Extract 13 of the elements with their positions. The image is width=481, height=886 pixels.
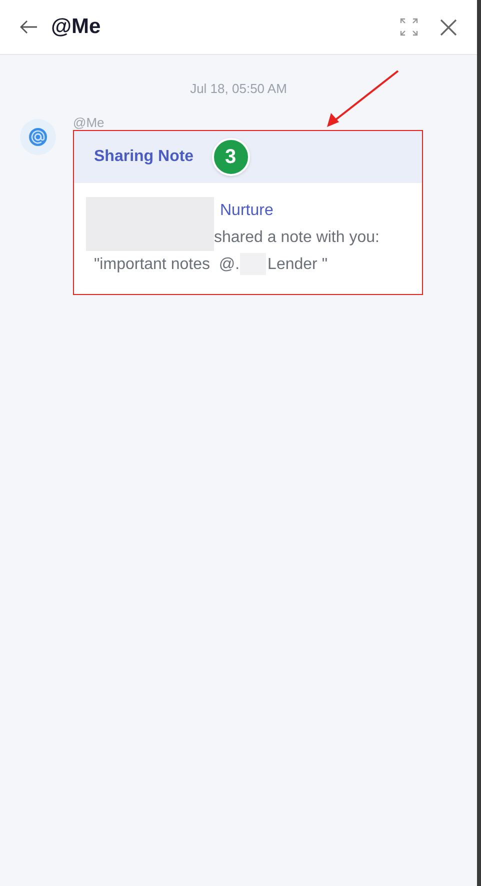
sender-name: @Me	[73, 114, 106, 130]
sender-link[interactable]: Nurture	[220, 196, 380, 224]
at-icon	[29, 128, 47, 146]
message-text: shared a note with you:	[214, 228, 380, 248]
window-title: @Me	[51, 14, 101, 40]
note-text: "important notes @.	[94, 254, 240, 274]
close-icon[interactable]	[440, 18, 457, 36]
card-title: Sharing Note	[94, 146, 194, 166]
number-badge: 3	[212, 138, 250, 176]
expand-icon[interactable]	[400, 18, 418, 36]
lender-text: Lender "	[268, 254, 328, 274]
back-icon[interactable]	[20, 20, 38, 34]
timestamp: Jul 18, 05:50 AM	[190, 80, 287, 98]
